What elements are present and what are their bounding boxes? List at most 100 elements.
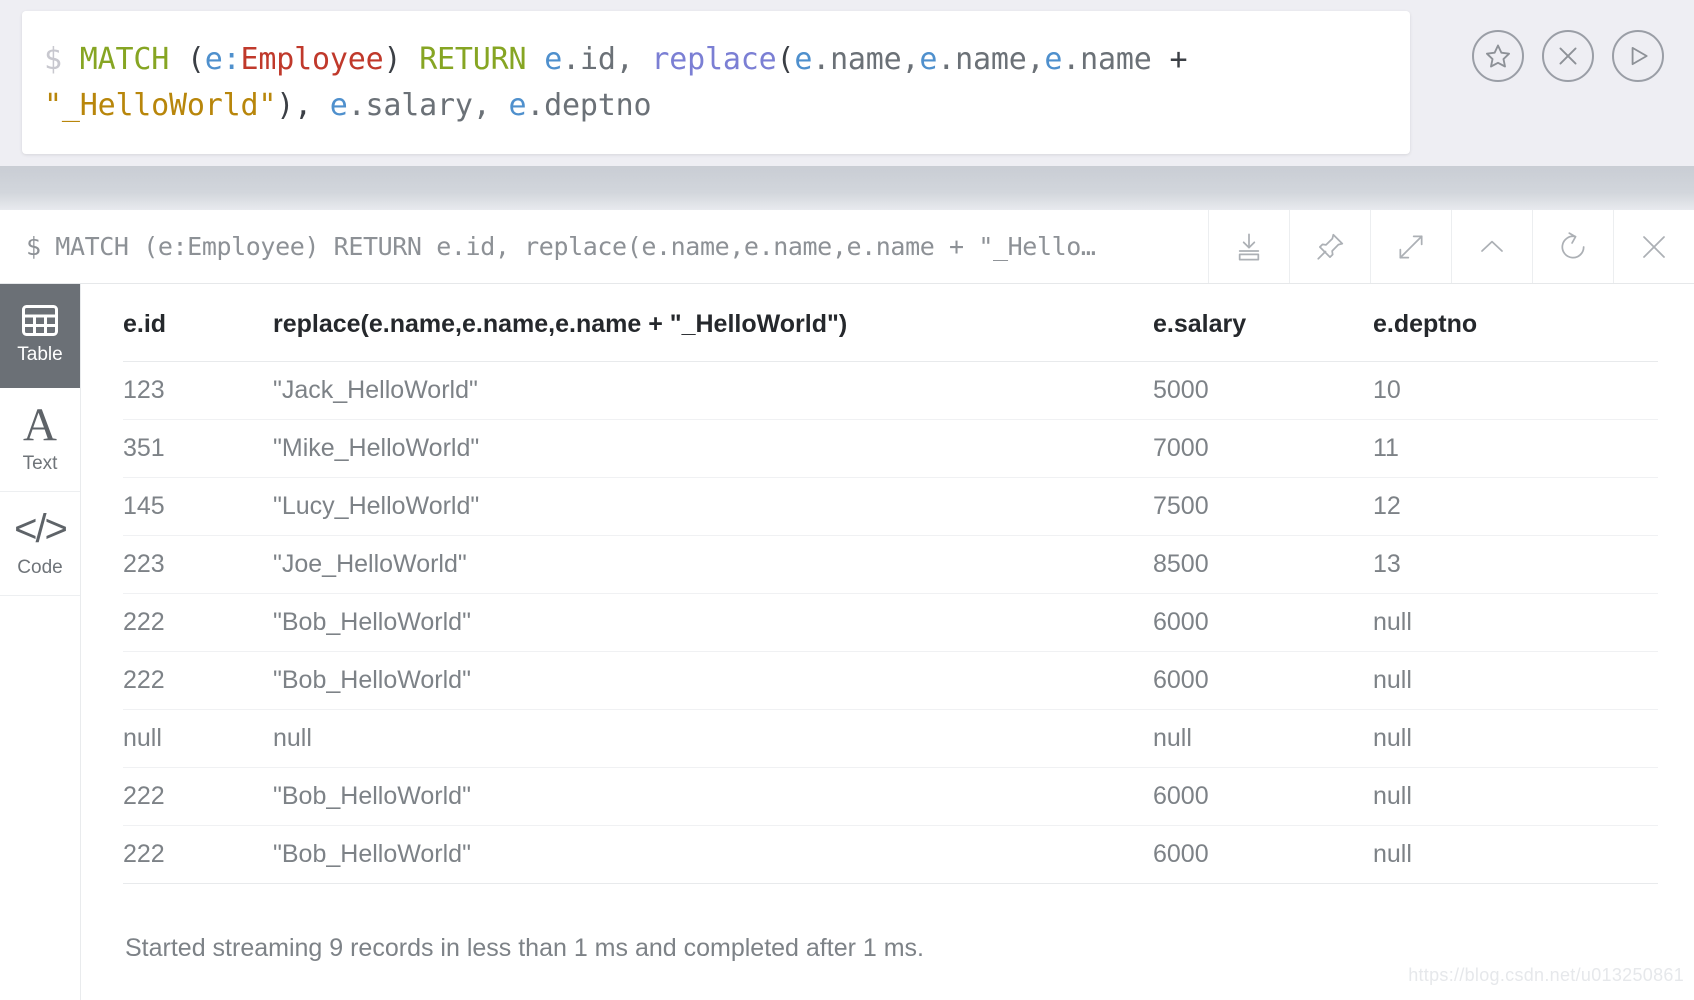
download-button[interactable] (1208, 210, 1289, 283)
frame-body: Table A Text </> Code e.id replace(e.nam… (0, 284, 1694, 1000)
cell-e-salary: null (1153, 710, 1373, 768)
token-paren-close: ) (383, 42, 419, 77)
cell-e-salary: 7000 (1153, 420, 1373, 478)
token-var-e3: e (794, 42, 812, 77)
collapse-button[interactable] (1451, 210, 1532, 283)
column-header-e-salary[interactable]: e.salary (1153, 284, 1373, 362)
cell-e-deptno: null (1373, 826, 1658, 884)
cell-e-deptno: 13 (1373, 536, 1658, 594)
cell-e-deptno: 10 (1373, 362, 1658, 420)
play-icon (1625, 43, 1651, 69)
token-return: RETURN (419, 42, 526, 77)
favorite-button[interactable] (1472, 30, 1524, 82)
download-icon (1233, 231, 1265, 263)
token-var-e1: e (205, 42, 223, 77)
close-icon (1555, 43, 1581, 69)
editor-action-buttons (1472, 0, 1694, 82)
query-editor-card[interactable]: $ MATCH (e:Employee) RETURN e.id, replac… (22, 11, 1410, 154)
close-frame-button[interactable] (1613, 210, 1694, 283)
cell-e-deptno: 11 (1373, 420, 1658, 478)
frame-title: $ MATCH (e:Employee) RETURN e.id, replac… (0, 210, 1208, 283)
clear-button[interactable] (1542, 30, 1594, 82)
cell-e-deptno: null (1373, 768, 1658, 826)
query-editor-text[interactable]: $ MATCH (e:Employee) RETURN e.id, replac… (44, 37, 1386, 129)
fullscreen-button[interactable] (1370, 210, 1451, 283)
cell-e-id: 145 (123, 478, 273, 536)
column-header-replace[interactable]: replace(e.name,e.name,e.name + "_HelloWo… (273, 284, 1153, 362)
result-frame: $ MATCH (e:Employee) RETURN e.id, replac… (0, 210, 1694, 1000)
tab-code[interactable]: </> Code (0, 492, 80, 596)
cell-replace: "Mike_HelloWorld" (273, 420, 1153, 478)
pin-button[interactable] (1289, 210, 1370, 283)
cell-replace: null (273, 710, 1153, 768)
query-editor-bar: $ MATCH (e:Employee) RETURN e.id, replac… (0, 0, 1694, 166)
cell-e-salary: 7500 (1153, 478, 1373, 536)
letter-a-icon: A (23, 405, 57, 445)
token-prop-name1: .name, (812, 42, 919, 77)
cell-e-deptno: null (1373, 652, 1658, 710)
tab-table[interactable]: Table (0, 284, 80, 388)
token-prop-name3: .name (1062, 42, 1169, 77)
view-mode-sidebar: Table A Text </> Code (0, 284, 81, 1000)
token-prop-id: .id, (562, 42, 651, 77)
table-row: null null null null (123, 710, 1658, 768)
tab-text[interactable]: A Text (0, 388, 80, 492)
cell-e-salary: 6000 (1153, 826, 1373, 884)
token-rparen: ), (276, 88, 330, 123)
column-header-e-id[interactable]: e.id (123, 284, 273, 362)
cell-replace: "Bob_HelloWorld" (273, 594, 1153, 652)
token-prop-deptno: .deptno (526, 88, 651, 123)
cell-e-deptno: 12 (1373, 478, 1658, 536)
table-body: 123 "Jack_HelloWorld" 5000 10 351 "Mike_… (123, 362, 1658, 884)
code-brackets-icon: </> (14, 509, 66, 549)
cell-e-salary: 6000 (1153, 768, 1373, 826)
result-table-wrap: e.id replace(e.name,e.name,e.name + "_He… (81, 284, 1694, 900)
cell-replace: "Jack_HelloWorld" (273, 362, 1153, 420)
result-table: e.id replace(e.name,e.name,e.name + "_He… (123, 284, 1658, 884)
tab-table-label: Table (17, 344, 62, 366)
table-row: 222 "Bob_HelloWorld" 6000 null (123, 594, 1658, 652)
table-icon (22, 305, 58, 336)
cell-e-id: 123 (123, 362, 273, 420)
token-match: MATCH (80, 42, 169, 77)
cell-e-id: 222 (123, 594, 273, 652)
table-header: e.id replace(e.name,e.name,e.name + "_He… (123, 284, 1658, 362)
token-var-e2: e (544, 42, 562, 77)
token-label-employee: Employee (241, 42, 384, 77)
table-row: 123 "Jack_HelloWorld" 5000 10 (123, 362, 1658, 420)
cell-e-salary: 6000 (1153, 652, 1373, 710)
cell-e-deptno: null (1373, 594, 1658, 652)
watermark: https://blog.csdn.net/u013250861 (1408, 965, 1684, 986)
cell-e-id: 222 (123, 826, 273, 884)
token-string-helloworld: "_HelloWorld" (44, 88, 276, 123)
token-paren-open: ( (169, 42, 205, 77)
cell-e-salary: 8500 (1153, 536, 1373, 594)
table-row: 222 "Bob_HelloWorld" 6000 null (123, 768, 1658, 826)
tab-text-label: Text (23, 453, 58, 475)
cell-e-id: null (123, 710, 273, 768)
cell-e-id: 222 (123, 768, 273, 826)
token-var-e7: e (508, 88, 526, 123)
table-row: 222 "Bob_HelloWorld" 6000 null (123, 826, 1658, 884)
token-plus: + (1169, 42, 1205, 77)
expand-icon (1395, 231, 1427, 263)
run-button[interactable] (1612, 30, 1664, 82)
cell-replace: "Bob_HelloWorld" (273, 768, 1153, 826)
section-separator (0, 166, 1694, 210)
rerun-button[interactable] (1532, 210, 1613, 283)
token-var-e4: e (919, 42, 937, 77)
token-func-replace: replace (651, 42, 776, 77)
result-area: e.id replace(e.name,e.name,e.name + "_He… (81, 284, 1694, 1000)
token-var-e5: e (1044, 42, 1062, 77)
cell-e-id: 222 (123, 652, 273, 710)
table-row: 145 "Lucy_HelloWorld" 7500 12 (123, 478, 1658, 536)
frame-toolbar (1208, 210, 1694, 283)
table-row: 351 "Mike_HelloWorld" 7000 11 (123, 420, 1658, 478)
pin-icon (1314, 231, 1346, 263)
refresh-icon (1557, 231, 1589, 263)
cell-replace: "Bob_HelloWorld" (273, 826, 1153, 884)
table-row: 223 "Joe_HelloWorld" 8500 13 (123, 536, 1658, 594)
token-prop-name2: .name, (937, 42, 1044, 77)
column-header-e-deptno[interactable]: e.deptno (1373, 284, 1658, 362)
star-icon (1484, 42, 1512, 70)
